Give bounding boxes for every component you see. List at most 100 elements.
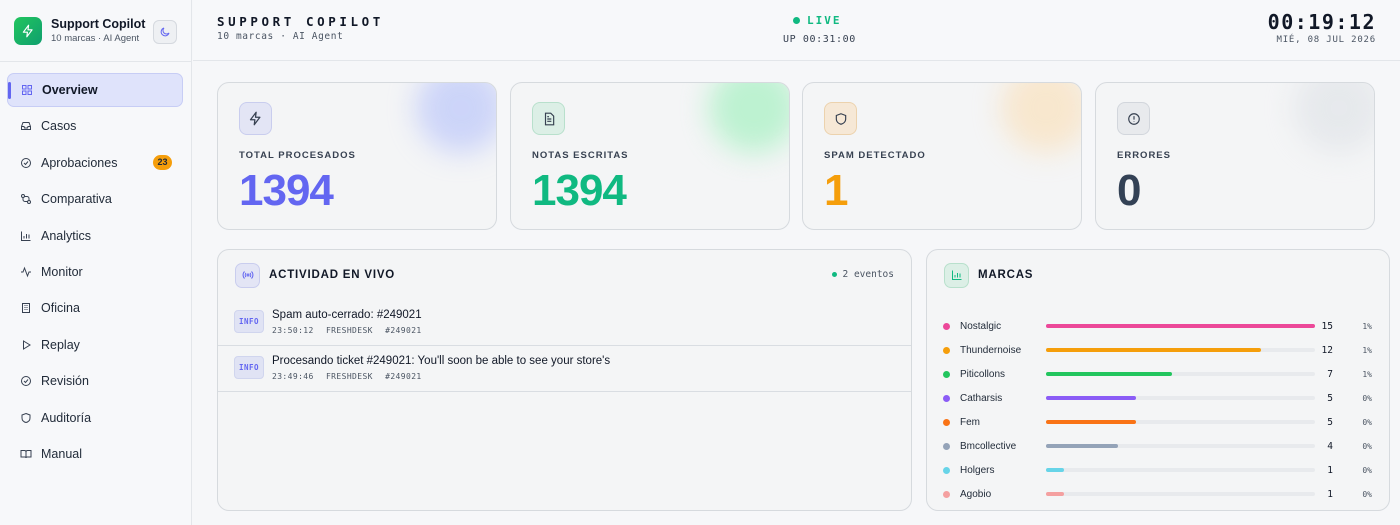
sidebar-item-aprobaciones[interactable]: Aprobaciones 23 [7, 146, 183, 180]
sidebar: Support Copilot 10 marcas · AI Agent Ove… [0, 0, 192, 525]
document-icon [532, 102, 565, 135]
activity-time: 23:49:46 [272, 372, 314, 381]
live-indicator: LIVE [793, 14, 842, 27]
brand-bar-fill [1046, 396, 1136, 400]
brand-name: Nostalgic [960, 320, 1002, 332]
brand-name: Catharsis [960, 392, 1003, 404]
page-title: SUPPORT COPILOT [217, 14, 384, 29]
brand-bar-fill [1046, 444, 1118, 448]
activity-message: Procesando ticket #249021: You'll soon b… [272, 355, 611, 367]
alert-circle-icon [1117, 102, 1150, 135]
sidebar-item-monitor[interactable]: Monitor [7, 255, 183, 289]
brand-row[interactable]: Thundernoise 12 1% [927, 338, 1389, 362]
inbox-icon [19, 120, 32, 133]
bolt-icon [239, 102, 272, 135]
brand-count: 7 [1327, 368, 1333, 380]
app-name: Support Copilot [51, 17, 146, 31]
brand-count: 12 [1321, 344, 1333, 356]
app-subtitle: 10 marcas · AI Agent [51, 33, 140, 44]
brand-row[interactable]: Agobio 1 0% [927, 482, 1389, 506]
sidebar-item-analytics[interactable]: Analytics [7, 219, 183, 253]
brand-count: 1 [1327, 464, 1333, 476]
brand-bar-fill [1046, 348, 1261, 352]
sidebar-item-label: Monitor [41, 264, 83, 279]
brand-percent: 0% [1362, 489, 1372, 499]
brand-name: Agobio [960, 488, 992, 500]
bolt-icon [14, 16, 42, 45]
brand-row[interactable]: Bmcollective 4 0% [927, 434, 1389, 458]
brand-percent: 1% [1362, 321, 1372, 331]
brand-percent: 0% [1362, 417, 1372, 427]
stat-value: 0 [1117, 166, 1142, 215]
sidebar-item-casos[interactable]: Casos [7, 109, 183, 143]
brand-name: Fem [960, 416, 980, 428]
brand-bar-track [1046, 348, 1315, 352]
brand-bar-track [1046, 468, 1315, 472]
brand-count: 1 [1327, 488, 1333, 500]
activity-title: ACTIVIDAD EN VIVO [269, 269, 396, 281]
activity-row[interactable]: INFO Spam auto-cerrado: #249021 23:50:12… [218, 300, 911, 346]
brand-bar-fill [1046, 420, 1136, 424]
sidebar-item-revision[interactable]: Revisión [7, 364, 183, 398]
check-circle-icon [19, 156, 32, 169]
bar-chart-icon [944, 262, 969, 288]
sidebar-item-label: Revisión [41, 374, 89, 389]
stat-label: ERRORES [1117, 150, 1171, 161]
sidebar-item-overview[interactable]: Overview [7, 73, 183, 107]
play-icon [19, 338, 32, 351]
activity-time: 23:50:12 [272, 326, 314, 335]
sidebar-item-auditoria[interactable]: Auditoría [7, 401, 183, 435]
stat-value: 1394 [532, 166, 627, 215]
brand-bar-track [1046, 444, 1315, 448]
sidebar-item-replay[interactable]: Replay [7, 328, 183, 362]
brand-percent: 1% [1362, 345, 1372, 355]
brand-percent: 0% [1362, 393, 1372, 403]
stat-label: NOTAS ESCRITAS [532, 150, 629, 161]
clock: 00:19:12 [1267, 10, 1376, 34]
moon-icon [160, 27, 170, 37]
activity-icon [19, 265, 32, 278]
brand-count: 15 [1321, 320, 1333, 332]
sidebar-item-comparativa[interactable]: Comparativa [7, 182, 183, 216]
brand-color-dot-icon [943, 490, 950, 498]
brand-row[interactable]: Fem 5 0% [927, 410, 1389, 434]
brand-count: 4 [1327, 440, 1333, 452]
activity-source: FRESHDESK [325, 372, 373, 381]
brand-percent: 0% [1362, 441, 1372, 451]
sidebar-item-label: Oficina [41, 301, 80, 316]
bar-chart-icon [19, 229, 32, 242]
sidebar-item-label: Casos [41, 119, 77, 134]
activity-panel: ACTIVIDAD EN VIVO 2 eventos INFO Spam au… [217, 249, 912, 511]
activity-panel-header: ACTIVIDAD EN VIVO 2 eventos [218, 250, 911, 300]
activity-row[interactable]: INFO Procesando ticket #249021: You'll s… [218, 346, 911, 392]
top-header: SUPPORT COPILOT 10 marcas · AI Agent LIV… [193, 0, 1400, 61]
level-tag: INFO [234, 310, 264, 333]
brand-percent: 1% [1362, 369, 1372, 379]
sidebar-item-manual[interactable]: Manual [7, 437, 183, 471]
brand-color-dot-icon [943, 394, 950, 402]
theme-toggle-button[interactable] [153, 20, 177, 44]
brand-bar-track [1046, 420, 1315, 424]
brand-bar-track [1046, 396, 1315, 400]
brand-bar-track [1046, 372, 1315, 376]
brand-bar-fill [1046, 324, 1315, 328]
brand-row[interactable]: Holgers 1 0% [927, 458, 1389, 482]
brand-bar-track [1046, 324, 1315, 328]
book-icon [19, 447, 32, 460]
brand-bar-fill [1046, 372, 1172, 376]
brand-color-dot-icon [943, 370, 950, 378]
brand-name: Thundernoise [960, 344, 1022, 356]
activity-ticket: #249021 [385, 326, 422, 335]
brands-panel-header: MARCAS [927, 250, 1389, 300]
stat-card-total-procesados: TOTAL PROCESADOS 1394 [217, 82, 497, 230]
brand-row[interactable]: Nostalgic 15 1% [927, 314, 1389, 338]
sidebar-item-oficina[interactable]: Oficina [7, 291, 183, 325]
brand-row[interactable]: Catharsis 5 0% [927, 386, 1389, 410]
brand-name: Bmcollective [960, 440, 1017, 452]
brand-count: 5 [1327, 392, 1333, 404]
brand-row[interactable]: Piticollons 7 1% [927, 362, 1389, 386]
sidebar-item-label: Analytics [41, 228, 92, 243]
compare-icon [19, 193, 32, 206]
sidebar-item-label: Auditoría [41, 410, 92, 425]
stat-value: 1 [824, 166, 849, 215]
